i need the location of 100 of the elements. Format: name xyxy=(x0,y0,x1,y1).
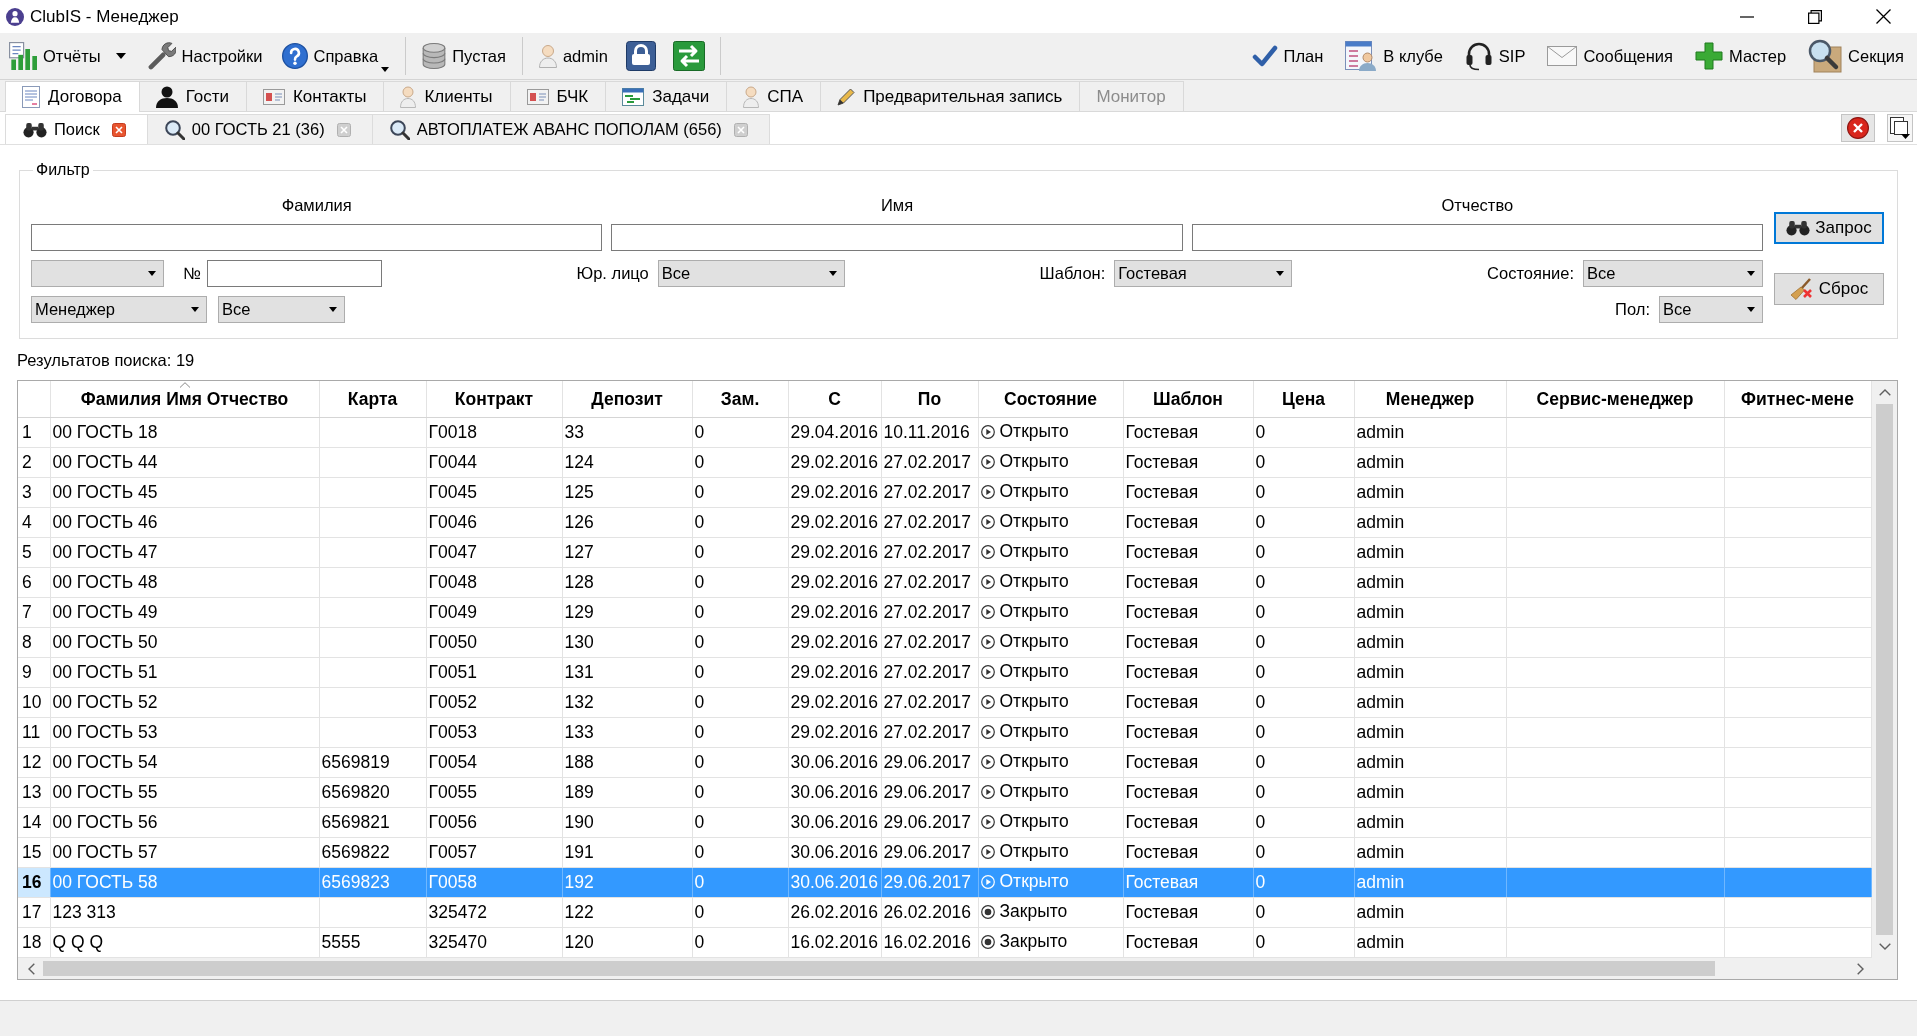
toolbar-button[interactable]: SIP xyxy=(1459,37,1531,75)
table-row[interactable]: 8 00 ГОСТЬ 50 Г0050 130 0 29.02.2016 27.02.2017 Открыто Гостевая 0 admin xyxy=(18,627,1871,658)
table-cell: 16.02.2016 xyxy=(881,927,978,958)
table-cell: admin xyxy=(1354,867,1506,898)
column-header[interactable]: Депозит xyxy=(562,381,692,418)
table-row[interactable]: 12 00 ГОСТЬ 54 6569819 Г0054 188 0 30.06.2016 29.06.2017 Открыто Гостевая 0 admin xyxy=(18,747,1871,778)
tab[interactable]: Клиенты xyxy=(383,81,511,111)
toolbar-button[interactable]: Секция xyxy=(1803,37,1909,75)
table-cell: 00 ГОСТЬ 49 xyxy=(50,597,319,628)
caret-icon xyxy=(115,53,126,59)
column-header[interactable]: Сервис-менеджер xyxy=(1506,381,1724,418)
column-header[interactable]: Зам. xyxy=(692,381,788,418)
lock-icon xyxy=(625,41,656,71)
table-row[interactable]: 5 00 ГОСТЬ 47 Г0047 127 0 29.02.2016 27.02.2017 Открыто Гостевая 0 admin xyxy=(18,537,1871,568)
table-row[interactable]: 10 00 ГОСТЬ 52 Г0052 132 0 29.02.2016 27.02.2017 Открыто Гостевая 0 admin xyxy=(18,687,1871,718)
input-field[interactable] xyxy=(1191,224,1763,251)
magnifier-icon xyxy=(1808,39,1843,73)
table-cell: 10.11.2016 xyxy=(881,417,978,448)
close-all-button[interactable] xyxy=(1841,114,1875,142)
table-row[interactable]: 6 00 ГОСТЬ 48 Г0048 128 0 29.02.2016 27.02.2017 Открыто Гостевая 0 admin xyxy=(18,567,1871,598)
table-row[interactable]: 4 00 ГОСТЬ 46 Г0046 126 0 29.02.2016 27.02.2017 Открыто Гостевая 0 admin xyxy=(18,507,1871,538)
horizontal-scrollbar[interactable] xyxy=(18,958,1872,979)
toolbar-button[interactable]: Справка xyxy=(276,37,395,75)
column-header[interactable]: Шаблон xyxy=(1123,381,1253,418)
input-field[interactable] xyxy=(31,224,603,251)
toolbar-button[interactable]: В клубе xyxy=(1340,37,1448,75)
table-row[interactable]: 3 00 ГОСТЬ 45 Г0045 125 0 29.02.2016 27.02.2017 Открыто Гостевая 0 admin xyxy=(18,477,1871,508)
table-row[interactable]: 15 00 ГОСТЬ 57 6569822 Г0057 191 0 30.06.2016 29.06.2017 Открыто Гостевая 0 admin xyxy=(18,837,1871,868)
minimize-icon xyxy=(1740,15,1754,18)
dropdown[interactable]: Все xyxy=(1583,260,1763,287)
tab[interactable]: Поиск xyxy=(5,114,148,144)
table-cell: Гостевая xyxy=(1123,807,1253,838)
table-cell: 0 xyxy=(1253,777,1354,808)
column-header[interactable]: С xyxy=(788,381,881,418)
search-button[interactable]: Запрос xyxy=(1774,212,1884,244)
dropdown[interactable]: Все xyxy=(1659,295,1763,323)
column-header[interactable]: Карта xyxy=(319,381,426,418)
table-cell: admin xyxy=(1354,927,1506,958)
toolbar-button[interactable]: Отчёты xyxy=(4,37,106,75)
field-label: Отчество xyxy=(1440,195,1515,215)
table-row[interactable]: 7 00 ГОСТЬ 49 Г0049 129 0 29.02.2016 27.02.2017 Открыто Гостевая 0 admin xyxy=(18,597,1871,628)
dropdown[interactable]: Все xyxy=(218,295,345,323)
tab[interactable]: Гости xyxy=(138,81,247,111)
table-row[interactable]: 11 00 ГОСТЬ 53 Г0053 133 0 29.02.2016 27.02.2017 Открыто Гостевая 0 admin xyxy=(18,717,1871,748)
toolbar-button[interactable]: Мастер xyxy=(1690,37,1792,75)
input-field[interactable] xyxy=(611,224,1183,251)
table-row[interactable]: 16 00 ГОСТЬ 58 6569823 Г0058 192 0 30.06.2016 29.06.2017 Открыто Гостевая 0 admin xyxy=(18,867,1871,898)
column-header[interactable]: Состояние xyxy=(978,381,1123,418)
toolbar-button[interactable]: План xyxy=(1246,37,1329,75)
bar-chart-icon xyxy=(9,42,37,70)
id-card-icon xyxy=(262,88,285,105)
toolbar-button[interactable]: admin xyxy=(533,37,613,75)
table-cell: 27.02.2017 xyxy=(881,477,978,508)
table-cell: 30.06.2016 xyxy=(788,837,881,868)
table-cell: 123 313 xyxy=(50,897,319,928)
table-row[interactable]: 9 00 ГОСТЬ 51 Г0051 131 0 29.02.2016 27.02.2017 Открыто Гостевая 0 admin xyxy=(18,657,1871,688)
status-text: Открыто xyxy=(999,541,1069,563)
table-cell: Гостевая xyxy=(1123,927,1253,958)
table-row[interactable]: 18 Q Q Q 5555 325470 120 0 16.02.2016 16.02.2016 Закрыто Гостевая 0 admin xyxy=(18,927,1871,958)
column-header[interactable]: Фитнес-мене xyxy=(1724,381,1871,418)
scroll-thumb[interactable] xyxy=(43,961,1715,976)
table-cell: Гостевая xyxy=(1123,417,1253,448)
scroll-thumb[interactable] xyxy=(1876,404,1893,935)
table-row[interactable]: 2 00 ГОСТЬ 44 Г0044 124 0 29.02.2016 27.02.2017 Открыто Гостевая 0 admin xyxy=(18,447,1871,478)
table-cell: 0 xyxy=(1253,537,1354,568)
window-list-button[interactable] xyxy=(1887,114,1913,142)
table-row[interactable]: 1 00 ГОСТЬ 18 Г0018 33 0 29.04.2016 10.11.2016 Открыто Гостевая 0 admin xyxy=(18,417,1871,448)
dropdown[interactable]: Все xyxy=(657,260,845,287)
toolbar-button[interactable]: Пустая xyxy=(417,37,511,75)
vertical-scrollbar[interactable] xyxy=(1872,381,1897,958)
reset-button[interactable]: Сброс xyxy=(1774,273,1884,305)
row-number: 18 xyxy=(18,927,50,958)
column-header[interactable]: По xyxy=(881,381,978,418)
input-field[interactable] xyxy=(206,260,382,287)
close-icon xyxy=(733,122,748,137)
toolbar-button[interactable]: Сообщения xyxy=(1542,37,1678,75)
table-cell: admin xyxy=(1354,807,1506,838)
table-cell: 00 ГОСТЬ 50 xyxy=(50,627,319,658)
column-header[interactable]: Фамилия Имя Отчество xyxy=(50,381,319,418)
table-cell: 0 xyxy=(1253,897,1354,928)
tab[interactable]: 00 ГОСТЬ 21 (36) xyxy=(146,114,373,144)
tab[interactable]: Договора xyxy=(5,81,140,112)
table-cell: 0 xyxy=(1253,627,1354,658)
tab[interactable]: СПА xyxy=(726,81,822,111)
toolbar-button[interactable]: Настройки xyxy=(142,37,268,75)
table-row[interactable]: 13 00 ГОСТЬ 55 6569820 Г0055 189 0 30.06.2016 29.06.2017 Открыто Гостевая 0 admin xyxy=(18,777,1871,808)
dropdown[interactable]: Менеджер xyxy=(31,295,207,323)
table-cell: 0 xyxy=(692,927,788,958)
table-cell: 0 xyxy=(692,807,788,838)
tab[interactable]: АВТОПЛАТЕЖ АВАНС ПОПОЛАМ (656) xyxy=(371,114,770,144)
table-cell: 0 xyxy=(692,417,788,448)
table-row[interactable]: 17 123 313 325472 122 0 26.02.2016 26.02.2016 Закрыто Гостевая 0 admin xyxy=(18,897,1871,928)
field-label: Юр. лицо xyxy=(576,264,649,283)
column-header[interactable]: Менеджер xyxy=(1354,381,1506,418)
table-row[interactable]: 14 00 ГОСТЬ 56 6569821 Г0056 190 0 30.06.2016 29.06.2017 Открыто Гостевая 0 admin xyxy=(18,807,1871,838)
table-cell: 130 xyxy=(562,627,692,658)
column-header[interactable]: Цена xyxy=(1253,381,1354,418)
status-text: Открыто xyxy=(999,631,1069,653)
dropdown[interactable]: Гостевая xyxy=(1114,260,1293,287)
column-header[interactable]: Контракт xyxy=(426,381,562,418)
